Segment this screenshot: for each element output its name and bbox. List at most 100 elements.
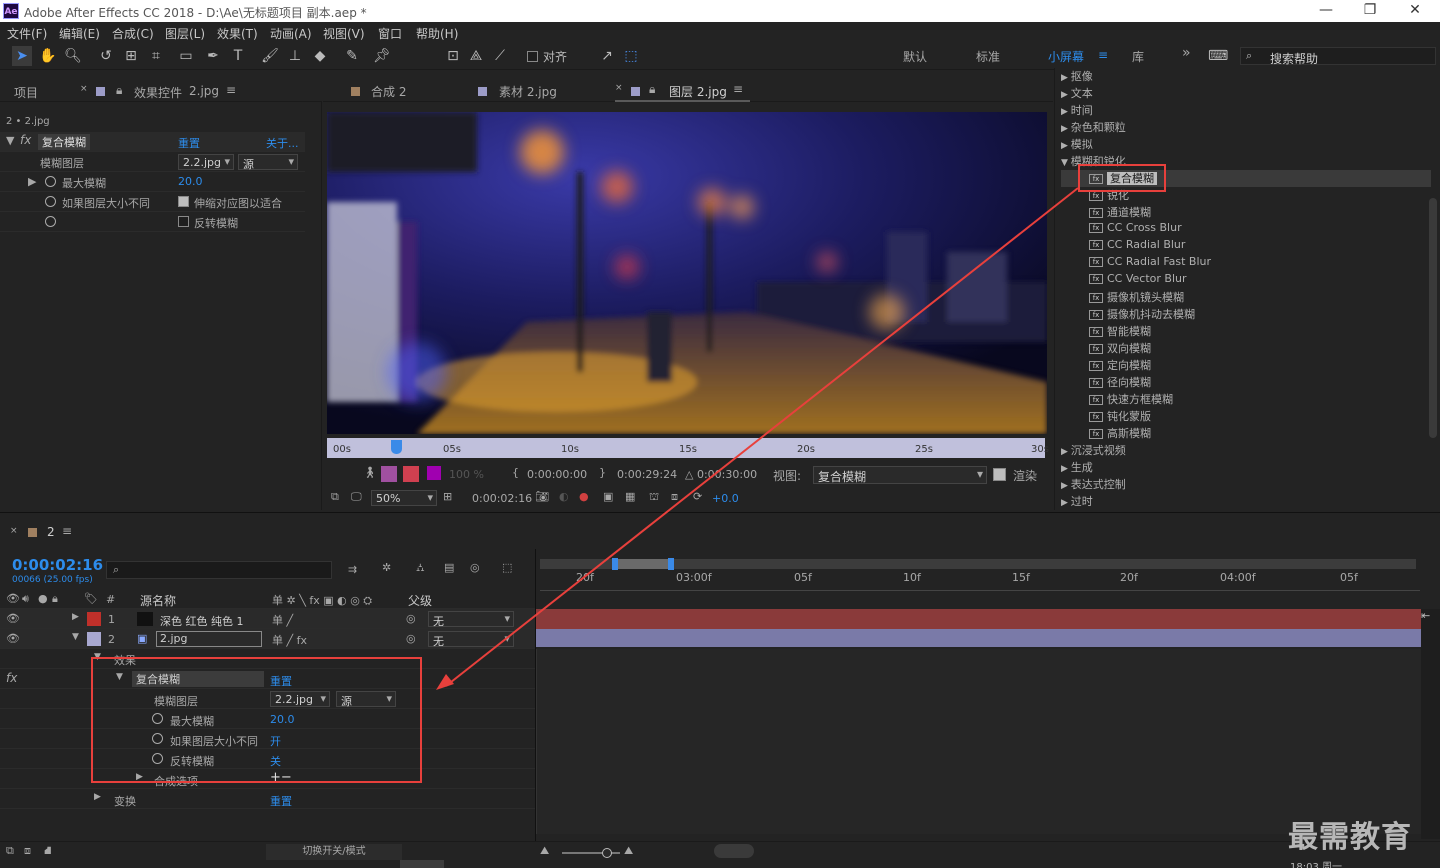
modes-toggle-icon[interactable]: ⧈ (24, 844, 31, 858)
region-icon[interactable]: ▣ (603, 490, 613, 503)
roto-brush-tool-icon[interactable]: ✎ (342, 46, 362, 66)
effect-item[interactable]: fx 高斯模糊 (1061, 425, 1431, 442)
menu-edit[interactable]: 编辑(E) (59, 25, 100, 42)
transform-expand-icon[interactable]: ▶ (94, 792, 101, 802)
close-tab-icon[interactable]: × (615, 83, 623, 93)
zoom-tool-icon[interactable]: 🔍︎ (63, 46, 83, 66)
type-tool-icon[interactable]: T (228, 46, 248, 66)
layer-label-color[interactable] (87, 612, 101, 626)
transparency-icon[interactable] (403, 466, 419, 482)
graph-editor-icon[interactable]: ⬚ (502, 561, 512, 574)
effect-item[interactable]: fx CC Vector Blur (1061, 272, 1431, 289)
pen-tool-icon[interactable]: ✒ (203, 46, 223, 66)
close-tab-icon[interactable]: × (10, 526, 18, 536)
workspace-overflow-icon[interactable]: » (1182, 45, 1191, 61)
layer-row-2[interactable]: 👁︎ ▼ 2 ▣ 2.jpg 单 ╱ fx ◎ 无 (0, 629, 535, 649)
stopwatch-icon[interactable] (45, 176, 56, 187)
stopwatch-icon[interactable] (45, 196, 56, 207)
snap-options-icon[interactable]: ↗ (597, 46, 617, 66)
camera-tool-icon[interactable]: ⊞ (121, 46, 141, 66)
view-dropdown[interactable]: 复合模糊 (813, 466, 987, 484)
effect-item[interactable]: fx 定向模糊 (1061, 357, 1431, 374)
menu-file[interactable]: 文件(F) (7, 25, 47, 42)
effect-disclosure-icon[interactable]: ▼ (6, 134, 14, 147)
transform-reset-link[interactable]: 重置 (270, 793, 292, 809)
current-time-indicator[interactable] (391, 440, 402, 454)
close-button[interactable]: ✕ (1405, 2, 1425, 18)
effect-item[interactable]: fx 摄像机镜头模糊 (1061, 289, 1431, 306)
blur-source-dropdown[interactable]: 源 (238, 154, 298, 171)
brush-tool-icon[interactable]: 🖌︎ (260, 46, 280, 66)
menu-window[interactable]: 窗口 (378, 25, 402, 42)
layer-label-color[interactable] (87, 632, 101, 646)
lock-icon[interactable]: 🔒︎ (649, 82, 655, 97)
tab-layer[interactable]: 图层 2.jpg (669, 83, 727, 100)
selection-tool-icon[interactable]: ➤ (12, 46, 32, 66)
lock-icon[interactable]: 🔒︎ (116, 83, 122, 98)
effect-item[interactable]: fx 通道模糊 (1061, 204, 1431, 221)
effect-name[interactable]: 复合模糊 (38, 134, 90, 150)
effect-category[interactable]: ▶ 时间 (1061, 102, 1431, 119)
motion-icon[interactable]: 🚶︎ (363, 466, 377, 479)
menu-view[interactable]: 视图(V) (323, 25, 365, 42)
transform-row[interactable]: ▶ 变换 重置 (0, 789, 535, 809)
visibility-toggle-icon[interactable]: 👁︎ (6, 612, 20, 625)
work-area-end-handle[interactable] (668, 558, 674, 570)
out-point-time[interactable]: 0:00:29:24 (617, 468, 677, 481)
layer-bar-1[interactable] (536, 609, 1421, 629)
work-area-start-handle[interactable] (612, 558, 618, 570)
fx-icon[interactable]: fx (6, 671, 17, 685)
layer-switches-icon[interactable]: 单 ╱ fx (272, 632, 307, 648)
toggle-switches-modes-button[interactable]: 切换开关/模式 (266, 844, 402, 860)
puppet-pin-tool-icon[interactable]: 📌︎ (372, 46, 392, 66)
layer-name[interactable]: 深色 红色 纯色 1 (160, 613, 244, 629)
menu-layer[interactable]: 图层(L) (165, 25, 205, 42)
minimize-button[interactable]: — (1316, 2, 1336, 18)
layer-name[interactable]: 2.jpg (156, 631, 262, 647)
menu-effect[interactable]: 效果(T) (217, 25, 258, 42)
tab-effect-controls[interactable]: 效果控件 (134, 84, 182, 101)
draft-3d-icon[interactable]: ✲ (382, 561, 391, 574)
timeline-ruler[interactable]: 20f 03:00f 05f 10f 15f 20f 04:00f 05f (540, 571, 1420, 591)
world-axis-icon[interactable]: ⟁ (466, 46, 486, 66)
frame-blending-icon[interactable]: ▤ (444, 561, 454, 574)
comp-mini-flowchart-icon[interactable]: ⇉ (348, 563, 357, 576)
restore-button[interactable]: ❐ (1360, 2, 1380, 18)
effect-item[interactable]: fx 快速方框模糊 (1061, 391, 1431, 408)
color-swatch-icon[interactable] (427, 466, 441, 480)
max-blur-value[interactable]: 20.0 (178, 175, 203, 188)
workspace-menu-icon[interactable]: ≡ (1098, 48, 1108, 62)
always-preview-icon[interactable]: ⧉ (331, 490, 339, 504)
panel-menu-icon[interactable]: ≡ (226, 83, 236, 97)
in-point-icon[interactable]: { (512, 466, 519, 479)
effect-category[interactable]: ▶ 抠像 (1061, 68, 1431, 85)
layer-bar-2[interactable] (536, 629, 1421, 647)
effect-item[interactable]: fx 径向模糊 (1061, 374, 1431, 391)
workspace-default[interactable]: 默认 (903, 48, 927, 65)
rotate-tool-icon[interactable]: ↺ (96, 46, 116, 66)
3d-view-icon[interactable]: ⛫ (649, 490, 659, 505)
workspace-standard[interactable]: 标准 (976, 48, 1000, 65)
sync-settings-icon[interactable]: ⌨ (1208, 46, 1228, 66)
current-time-readout[interactable]: 0:00:02:16 (472, 492, 532, 505)
viewer-time-ruler[interactable]: 00s 05s 10s 15s 20s 25s 30s (327, 436, 1049, 460)
zoom-in-icon[interactable]: ⛰ (624, 844, 633, 858)
out-point-icon[interactable]: } (599, 466, 606, 479)
effect-reset-link[interactable]: 重置 (178, 135, 200, 151)
stretch-checkbox[interactable] (178, 196, 189, 207)
effect-item[interactable]: fx 智能模糊 (1061, 323, 1431, 340)
roi-icon[interactable] (381, 466, 397, 482)
visibility-toggle-icon[interactable]: 👁︎ (6, 632, 20, 645)
safe-zones-icon[interactable]: ⊞ (443, 490, 452, 503)
horizontal-scrollbar[interactable] (400, 860, 444, 868)
local-axis-icon[interactable]: ⊡ (443, 46, 463, 66)
panel-menu-icon[interactable]: ≡ (733, 82, 743, 96)
snap-checkbox[interactable] (527, 51, 538, 62)
in-out-toggle-icon[interactable]: ⛘ (44, 844, 52, 859)
menu-composition[interactable]: 合成(C) (112, 25, 154, 42)
effect-category[interactable]: ▶ 杂色和颗粒 (1061, 119, 1431, 136)
tab-effect-controls-target[interactable]: 2.jpg (189, 84, 219, 98)
show-snapshot-icon[interactable]: ◐ (559, 490, 569, 503)
tab-composition[interactable]: 合成 2 (371, 83, 406, 100)
layer-row-1[interactable]: 👁︎ ▶ 1 深色 红色 纯色 1 单 ╱ ◎ 无 (0, 609, 535, 629)
